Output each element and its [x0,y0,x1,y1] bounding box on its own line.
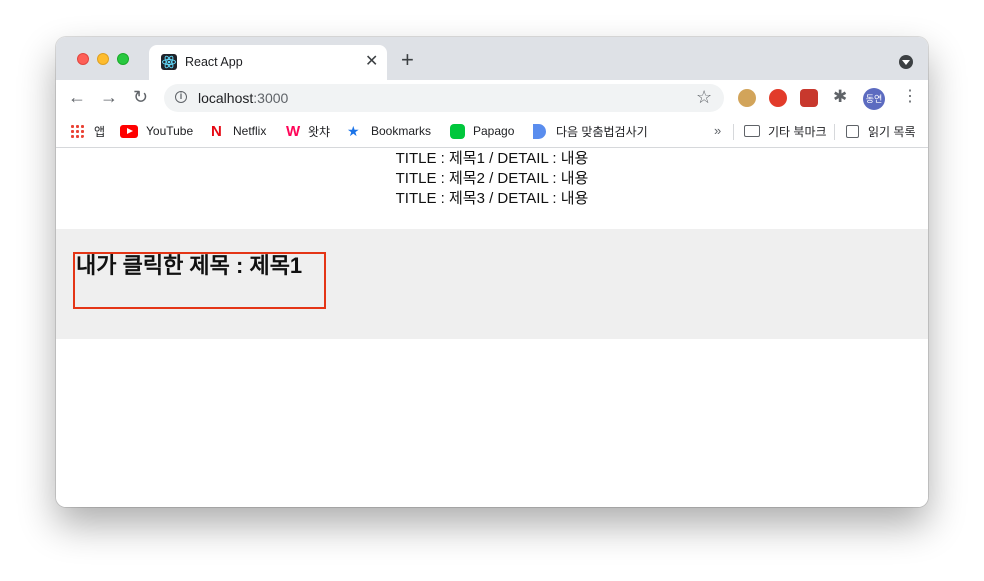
browser-menu-icon[interactable]: ⋮ [902,87,918,107]
highlight-box [73,252,326,309]
url-host: localhost [198,90,254,106]
browser-toolbar: ← → ↻ i localhost:3000 ☆ ✱ 동연 ⋮ [56,80,928,116]
browser-window: React App ✕ + ← → ↻ i localhost:3000 ☆ ✱… [56,37,928,507]
tab-close-icon[interactable]: ✕ [365,52,378,72]
dog-extension-icon[interactable] [800,89,818,107]
red-extension-icon[interactable] [769,89,787,107]
reading-list-icon [846,124,859,138]
url-port: :3000 [253,90,289,106]
bookmarks-divider [834,124,835,140]
bookmark-label: 앱 [94,124,106,139]
detail-panel: 내가 클릭한 제목 : 제목1 [56,229,928,339]
bookmarks-bar: 앱 YouTube N Netflix W 왓챠 ★ Bookmarks Pap… [56,116,928,148]
tab-react-app[interactable]: React App ✕ [149,45,387,80]
minimize-window-button[interactable] [97,53,109,65]
bookmark-label: Bookmarks [371,124,432,138]
forward-arrow-icon[interactable]: → [100,86,118,108]
bookmarks-divider [733,124,734,140]
bookmark-label: Netflix [233,124,267,138]
bookmark-apps[interactable]: 앱 [70,122,105,140]
bookmark-star-icon[interactable]: ☆ [696,87,712,108]
bookmark-netflix[interactable]: N Netflix [211,122,266,140]
bookmark-label: YouTube [146,124,194,138]
reading-list-button[interactable]: 읽기 목록 [846,122,916,140]
bookmark-papago[interactable]: Papago [450,122,514,140]
page-content: TITLE : 제목1 / DETAIL : 내용 TITLE : 제목2 / … [56,148,928,507]
list-item[interactable]: TITLE : 제목3 / DETAIL : 내용 [56,189,928,209]
bookmark-watcha[interactable]: W 왓챠 [286,122,330,140]
back-arrow-icon[interactable]: ← [68,86,86,108]
bookmark-daum-spellcheck[interactable]: 다음 맞춤법검사기 [533,122,648,140]
daum-icon [533,123,546,139]
react-logo-icon [161,54,177,70]
reading-list-label: 읽기 목록 [868,124,916,139]
zoom-window-button[interactable] [117,53,129,65]
list-item[interactable]: TITLE : 제목1 / DETAIL : 내용 [56,149,928,169]
url-text[interactable]: localhost:3000 [198,90,288,106]
papago-icon [450,123,465,139]
new-tab-plus-icon[interactable]: + [401,49,414,71]
site-info-icon[interactable]: i [175,91,187,103]
other-bookmarks-label: 기타 북마크 [768,124,827,139]
folder-icon [744,125,760,137]
list-item[interactable]: TITLE : 제목2 / DETAIL : 내용 [56,169,928,189]
bookmark-youtube[interactable]: YouTube [120,122,193,140]
tab-strip: React App ✕ + [56,37,928,80]
cookie-extension-icon[interactable] [738,89,756,107]
close-window-button[interactable] [77,53,89,65]
reload-icon[interactable]: ↻ [133,86,148,108]
apps-grid-icon [70,124,84,138]
watcha-icon: W [286,122,301,140]
netflix-icon: N [211,122,222,140]
title-list: TITLE : 제목1 / DETAIL : 내용 TITLE : 제목2 / … [56,148,928,209]
extensions-puzzle-icon[interactable]: ✱ [833,87,847,107]
youtube-icon [120,124,138,138]
bookmark-label: Papago [473,124,515,138]
profile-avatar[interactable]: 동연 [863,88,885,110]
bookmarks-overflow-chevron-icon[interactable]: » [714,123,721,138]
star-icon: ★ [347,122,360,139]
other-bookmarks-folder[interactable]: 기타 북마크 [744,122,827,140]
bookmark-label: 왓챠 [308,124,331,139]
tab-title: React App [185,55,243,69]
tab-search-icon[interactable] [899,55,913,69]
bookmark-bookmarks[interactable]: ★ Bookmarks [347,122,431,140]
bookmark-label: 다음 맞춤법검사기 [556,124,648,139]
address-bar[interactable]: i localhost:3000 ☆ [164,84,724,112]
